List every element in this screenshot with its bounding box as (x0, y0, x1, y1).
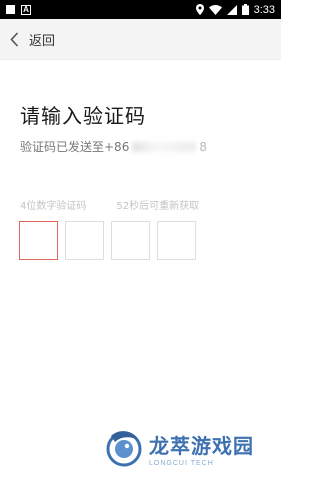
code-digit-box-2[interactable] (65, 221, 104, 260)
watermark: 龙萃游戏园 LONGCUI TECH (105, 428, 254, 468)
watermark-name: 龙萃游戏园 (149, 433, 254, 458)
battery-icon (241, 4, 249, 15)
code-input-boxes (19, 221, 196, 260)
code-hint-row: 4位数字验证码 52秒后可重新获取 (20, 197, 261, 212)
back-label: 返回 (29, 32, 56, 48)
square-icon (6, 5, 15, 14)
sent-suffix: 8 (199, 139, 207, 154)
resend-countdown[interactable]: 52秒后可重新获取 (116, 197, 199, 212)
masked-phone-number (132, 141, 197, 152)
a-notification-icon: A (21, 4, 31, 15)
code-digit-box-3[interactable] (111, 221, 150, 260)
signal-icon (226, 4, 237, 15)
location-icon (195, 4, 204, 15)
watermark-subtitle: LONGCUI TECH (149, 459, 214, 467)
page-title: 请输入验证码 (20, 104, 146, 128)
status-right: 3:33 (195, 3, 275, 16)
dragon-logo-icon (106, 431, 142, 467)
wifi-icon (208, 4, 222, 15)
status-left: A (6, 4, 31, 15)
watermark-text: 龙萃游戏园 LONGCUI TECH (149, 430, 254, 467)
status-time: 3:33 (253, 3, 275, 16)
code-digit-box-1[interactable] (19, 221, 58, 260)
sent-prefix: 验证码已发送至+86 (20, 140, 130, 154)
back-button[interactable]: 返回 (0, 19, 55, 59)
code-digit-box-4[interactable] (157, 221, 196, 260)
chevron-left-icon (10, 31, 19, 47)
app-bar: 返回 (0, 19, 281, 60)
status-bar: A 3:33 (0, 0, 281, 19)
sent-to-text: 验证码已发送至+86 8 (20, 138, 207, 155)
digits-hint: 4位数字验证码 (20, 201, 87, 212)
